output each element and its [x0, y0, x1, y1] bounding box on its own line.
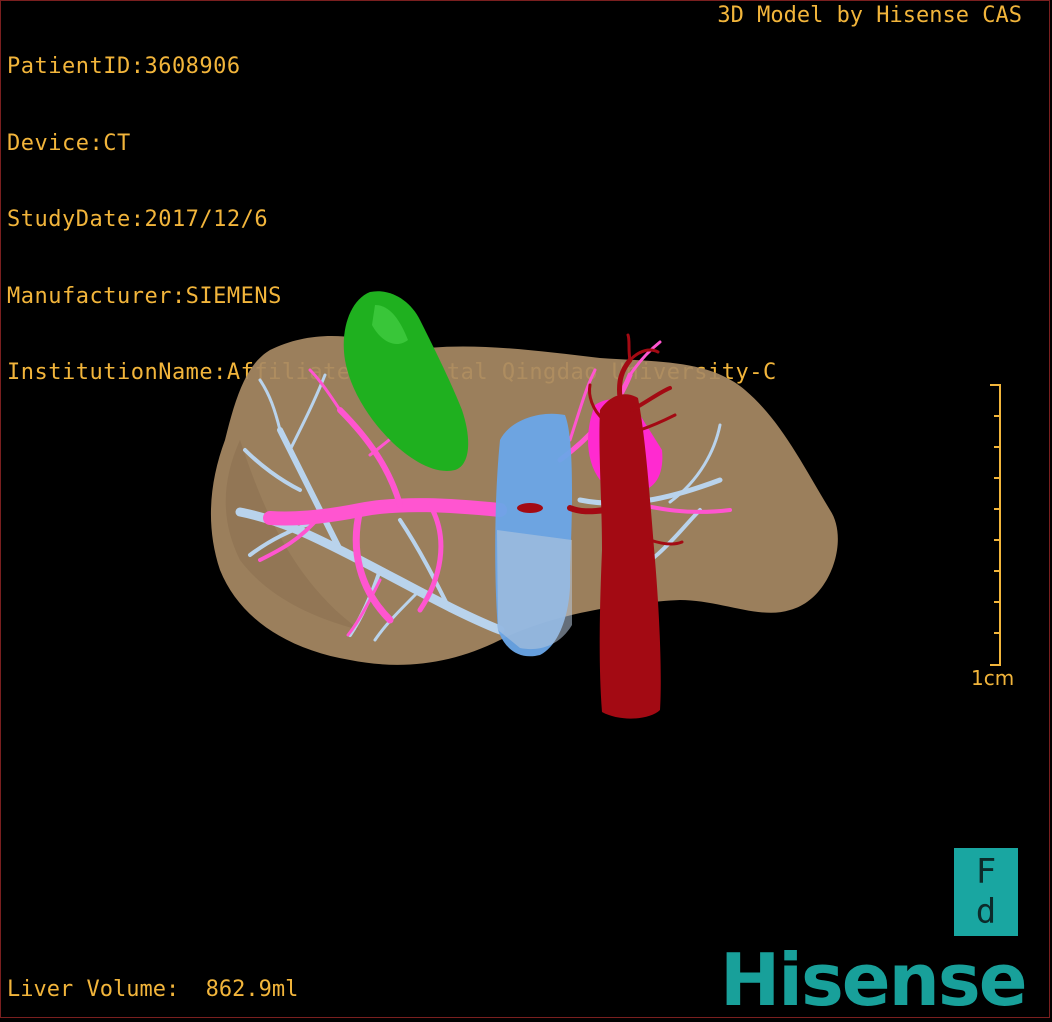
orientation-top-glyph: F: [975, 852, 997, 892]
model-credit-text: 3D Model by Hisense CAS: [717, 3, 1022, 28]
device-text: Device:CT: [7, 130, 131, 156]
scale-bar: [990, 384, 1001, 666]
scale-bar-label: 1cm: [971, 666, 1015, 690]
hisense-logo: Hisense: [720, 938, 1028, 1022]
ivc-translucent-section: [497, 530, 572, 650]
orientation-cube[interactable]: F d: [954, 848, 1018, 936]
study-date-text: StudyDate:2017/12/6: [7, 207, 269, 232]
orientation-bottom-glyph: d: [975, 892, 997, 932]
liver-3d-model[interactable]: [200, 280, 860, 730]
liver-volume-text: Liver Volume: 862.9ml: [7, 977, 299, 1002]
patient-id-text: PatientID:3608906: [7, 54, 241, 79]
ivc-lumen: [517, 503, 543, 513]
